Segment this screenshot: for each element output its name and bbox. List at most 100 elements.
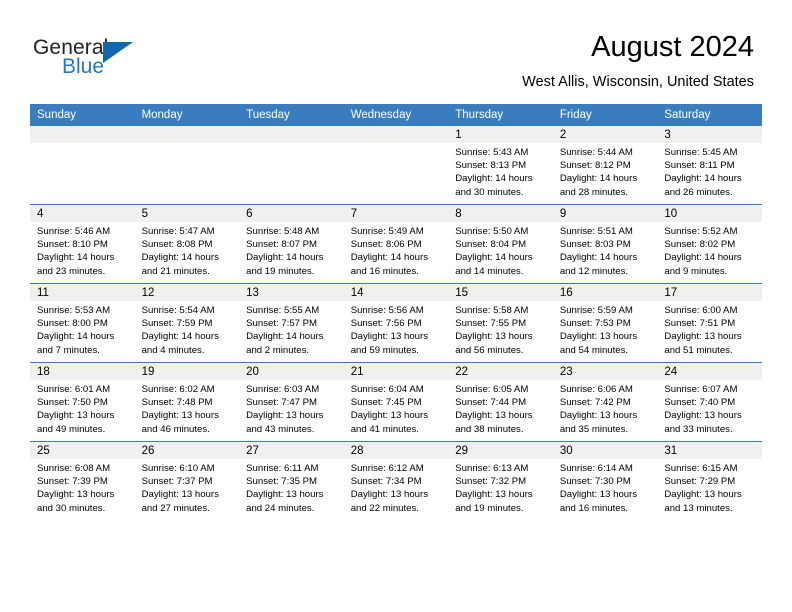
day-number: 25 — [30, 442, 135, 459]
calendar-day-cell[interactable]: 11 Sunrise: 5:53 AM Sunset: 8:00 PM Dayligh… — [30, 283, 135, 363]
day-details: Sunrise: 5:59 AM Sunset: 7:53 PM Daylight:… — [553, 301, 658, 357]
day-details: Sunrise: 6:05 AM Sunset: 7:44 PM Daylight:… — [448, 380, 553, 436]
calendar-day-cell[interactable]: 27 Sunrise: 6:11 AM Sunset: 7:35 PM Dayligh… — [239, 441, 344, 520]
day-number: 22 — [448, 363, 553, 380]
sunset-time: Sunset: 7:35 PM — [246, 476, 318, 488]
calendar-day-cell-empty — [30, 126, 135, 205]
daylight-duration-line2: and 41 minutes. — [350, 423, 419, 435]
calendar-day-cell[interactable]: 24 Sunrise: 6:07 AM Sunset: 7:40 PM Dayligh… — [657, 362, 762, 442]
calendar-day-cell[interactable]: 5 Sunrise: 5:47 AM Sunset: 8:08 PM Daylight… — [134, 204, 240, 284]
sunset-time: Sunset: 7:30 PM — [559, 476, 631, 488]
daylight-duration-line2: and 21 minutes. — [141, 265, 210, 277]
day-number: 29 — [448, 442, 553, 459]
calendar-day-cell[interactable]: 31 Sunrise: 6:15 AM Sunset: 7:29 PM Dayligh… — [657, 441, 762, 520]
calendar-day-cell[interactable]: 9 Sunrise: 5:51 AM Sunset: 8:03 PM Daylight… — [552, 204, 658, 284]
day-details: Sunrise: 5:51 AM Sunset: 8:03 PM Daylight:… — [553, 222, 658, 278]
sunset-time: Sunset: 7:37 PM — [141, 476, 213, 488]
daylight-duration-line2: and 16 minutes. — [350, 265, 419, 277]
calendar-day-cell[interactable]: 13 Sunrise: 5:55 AM Sunset: 7:57 PM Dayligh… — [239, 283, 344, 363]
page-title: August 2024 — [591, 31, 754, 63]
daylight-duration-line2: and 59 minutes. — [350, 344, 419, 356]
daylight-duration-line1: Daylight: 13 hours — [664, 331, 742, 343]
day-number: 15 — [448, 284, 553, 301]
calendar-day-cell[interactable]: 28 Sunrise: 6:12 AM Sunset: 7:34 PM Dayligh… — [343, 441, 449, 520]
calendar-body: 1 Sunrise: 5:43 AM Sunset: 8:13 PM Daylight… — [30, 126, 762, 520]
day-number: 28 — [343, 442, 449, 459]
daylight-duration-line2: and 7 minutes. — [37, 344, 100, 356]
day-number: 14 — [343, 284, 449, 301]
generalblue-logo[interactable]: General Blue — [33, 36, 213, 82]
daylight-duration-line1: Daylight: 13 hours — [455, 489, 533, 501]
day-details: Sunrise: 5:58 AM Sunset: 7:55 PM Daylight:… — [448, 301, 553, 357]
calendar-day-cell[interactable]: 7 Sunrise: 5:49 AM Sunset: 8:06 PM Daylight… — [343, 204, 449, 284]
calendar-day-cell[interactable]: 30 Sunrise: 6:14 AM Sunset: 7:30 PM Dayligh… — [552, 441, 658, 520]
day-number: 24 — [657, 363, 762, 380]
daylight-duration-line2: and 19 minutes. — [455, 502, 524, 514]
calendar-day-cell[interactable]: 17 Sunrise: 6:00 AM Sunset: 7:51 PM Dayligh… — [657, 283, 762, 363]
day-details: Sunrise: 5:53 AM Sunset: 8:00 PM Daylight:… — [30, 301, 135, 357]
day-number: 13 — [239, 284, 344, 301]
daylight-duration-line1: Daylight: 13 hours — [455, 331, 533, 343]
day-number: 12 — [134, 284, 240, 301]
day-details: Sunrise: 6:10 AM Sunset: 7:37 PM Daylight:… — [135, 459, 240, 515]
day-details: Sunrise: 5:56 AM Sunset: 7:56 PM Daylight:… — [344, 301, 449, 357]
calendar-day-cell[interactable]: 16 Sunrise: 5:59 AM Sunset: 7:53 PM Dayligh… — [552, 283, 658, 363]
sunset-time: Sunset: 7:51 PM — [664, 318, 736, 330]
calendar-day-cell[interactable]: 25 Sunrise: 6:08 AM Sunset: 7:39 PM Dayligh… — [30, 441, 135, 520]
sunset-time: Sunset: 8:04 PM — [455, 239, 527, 251]
calendar-page: General Blue August 2024 West Allis, Wis… — [0, 0, 792, 612]
sunrise-time: Sunrise: 6:08 AM — [37, 463, 111, 474]
sunset-time: Sunset: 7:47 PM — [246, 397, 318, 409]
page-subtitle-location: West Allis, Wisconsin, United States — [522, 74, 754, 90]
daylight-duration-line1: Daylight: 14 hours — [141, 331, 219, 343]
logo-text-blue: Blue — [62, 55, 105, 78]
daylight-duration-line2: and 4 minutes. — [141, 344, 205, 356]
calendar-day-cell[interactable]: 6 Sunrise: 5:48 AM Sunset: 8:07 PM Daylight… — [239, 204, 344, 284]
sunrise-time: Sunrise: 6:00 AM — [664, 305, 738, 316]
calendar-day-cell[interactable]: 4 Sunrise: 5:46 AM Sunset: 8:10 PM Daylight… — [30, 204, 135, 284]
calendar-day-cell[interactable]: 15 Sunrise: 5:58 AM Sunset: 7:55 PM Dayligh… — [448, 283, 553, 363]
day-number: 17 — [657, 284, 762, 301]
calendar-day-cell[interactable]: 2 Sunrise: 5:44 AM Sunset: 8:12 PM Daylight… — [552, 126, 658, 205]
calendar-day-cell[interactable]: 29 Sunrise: 6:13 AM Sunset: 7:32 PM Dayligh… — [448, 441, 553, 520]
sunrise-time: Sunrise: 6:12 AM — [350, 463, 424, 474]
day-details: Sunrise: 5:47 AM Sunset: 8:08 PM Daylight:… — [135, 222, 240, 278]
sunset-time: Sunset: 7:45 PM — [350, 397, 422, 409]
calendar-day-cell[interactable]: 20 Sunrise: 6:03 AM Sunset: 7:47 PM Dayligh… — [239, 362, 344, 442]
calendar-day-cell[interactable]: 21 Sunrise: 6:04 AM Sunset: 7:45 PM Dayligh… — [343, 362, 449, 442]
calendar-day-cell[interactable]: 22 Sunrise: 6:05 AM Sunset: 7:44 PM Dayligh… — [448, 362, 553, 442]
day-number — [30, 126, 135, 143]
calendar-day-cell[interactable]: 14 Sunrise: 5:56 AM Sunset: 7:56 PM Dayligh… — [343, 283, 449, 363]
sunset-time: Sunset: 8:11 PM — [664, 160, 735, 172]
daylight-duration-line1: Daylight: 13 hours — [559, 331, 638, 343]
daylight-duration-line1: Daylight: 13 hours — [664, 410, 742, 422]
daylight-duration-line1: Daylight: 14 hours — [141, 252, 219, 264]
calendar-day-cell[interactable]: 23 Sunrise: 6:06 AM Sunset: 7:42 PM Dayligh… — [552, 362, 658, 442]
calendar-day-cell[interactable]: 3 Sunrise: 5:45 AM Sunset: 8:11 PM Daylight… — [657, 126, 762, 205]
calendar-day-cell[interactable]: 26 Sunrise: 6:10 AM Sunset: 7:37 PM Dayligh… — [134, 441, 240, 520]
calendar-day-cell[interactable]: 10 Sunrise: 5:52 AM Sunset: 8:02 PM Dayligh… — [657, 204, 762, 284]
day-number: 18 — [30, 363, 135, 380]
day-number — [134, 126, 240, 143]
daylight-duration-line1: Daylight: 14 hours — [559, 252, 638, 264]
calendar-day-cell[interactable]: 12 Sunrise: 5:54 AM Sunset: 7:59 PM Dayligh… — [134, 283, 240, 363]
calendar-day-cell[interactable]: 8 Sunrise: 5:50 AM Sunset: 8:04 PM Daylight… — [448, 204, 553, 284]
page-header: General Blue August 2024 West Allis, Wis… — [0, 0, 792, 104]
sunrise-time: Sunrise: 5:54 AM — [141, 305, 215, 316]
sunset-time: Sunset: 7:56 PM — [350, 318, 422, 330]
calendar-day-cell[interactable]: 1 Sunrise: 5:43 AM Sunset: 8:13 PM Daylight… — [448, 126, 553, 205]
sunrise-time: Sunrise: 5:44 AM — [559, 147, 633, 158]
weekday-header-tuesday: Tuesday — [239, 104, 344, 126]
daylight-duration-line1: Daylight: 13 hours — [350, 489, 429, 501]
daylight-duration-line2: and 46 minutes. — [141, 423, 210, 435]
weekday-header-saturday: Saturday — [657, 104, 762, 126]
sunrise-time: Sunrise: 5:51 AM — [559, 226, 633, 237]
day-number: 7 — [343, 205, 449, 222]
calendar-day-cell[interactable]: 19 Sunrise: 6:02 AM Sunset: 7:48 PM Dayligh… — [134, 362, 240, 442]
daylight-duration-line2: and 2 minutes. — [246, 344, 310, 356]
calendar-day-cell[interactable]: 18 Sunrise: 6:01 AM Sunset: 7:50 PM Dayligh… — [30, 362, 135, 442]
calendar-week-row: 25 Sunrise: 6:08 AM Sunset: 7:39 PM Dayligh… — [30, 441, 762, 520]
day-details: Sunrise: 6:07 AM Sunset: 7:40 PM Daylight:… — [657, 380, 762, 436]
daylight-duration-line1: Daylight: 14 hours — [664, 252, 742, 264]
sunrise-time: Sunrise: 6:14 AM — [559, 463, 633, 474]
